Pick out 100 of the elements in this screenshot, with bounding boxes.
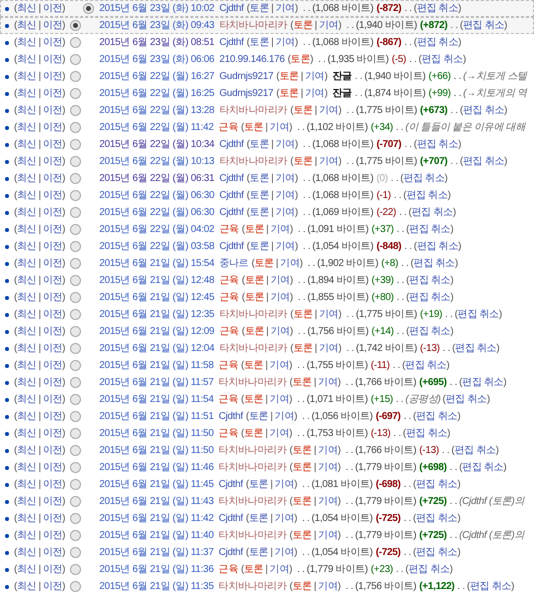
talk-link[interactable]: 토론 <box>290 52 310 66</box>
radio-button[interactable] <box>70 71 82 82</box>
previous-link[interactable]: 이전 <box>42 86 62 100</box>
contributions-link[interactable]: 기여 <box>270 120 290 134</box>
user-link[interactable]: 타치바나마리카 <box>218 376 286 390</box>
current-link[interactable]: 최신 <box>17 546 36 560</box>
undo-link[interactable]: 편집 취소 <box>462 376 504 390</box>
date-link[interactable]: 2015년 6월 21일 (일) 12:48 <box>99 274 214 288</box>
contributions-link[interactable]: 기여 <box>274 478 294 492</box>
contributions-link[interactable]: 기여 <box>318 444 338 458</box>
radio-button[interactable] <box>70 530 82 541</box>
talk-link[interactable]: 토론 <box>293 342 313 356</box>
talk-link[interactable]: 토론 <box>248 546 268 560</box>
date-link[interactable]: 2015년 6월 22일 (월) 06:30 <box>99 188 214 202</box>
talk-link[interactable]: 토론 <box>248 512 268 526</box>
previous-link[interactable]: 이전 <box>42 70 62 84</box>
contributions-link[interactable]: 기여 <box>318 494 338 508</box>
user-link[interactable]: 중나르 <box>219 256 248 270</box>
undo-link[interactable]: 편집 취소 <box>409 324 450 338</box>
user-link[interactable]: Cjdthf <box>219 188 244 202</box>
undo-link[interactable]: 편집 취소 <box>416 138 458 152</box>
talk-link[interactable]: 토론 <box>244 290 264 304</box>
contributions-link[interactable]: 기여 <box>318 154 338 168</box>
date-link[interactable]: 2015년 6월 23일 (화) 06:06 <box>99 52 214 66</box>
previous-link[interactable]: 이전 <box>42 580 62 594</box>
undo-link[interactable]: 편집 취소 <box>408 562 450 576</box>
contributions-link[interactable]: 기여 <box>280 256 300 270</box>
undo-link[interactable]: 편집 취소 <box>406 188 448 202</box>
date-link[interactable]: 2015년 6월 21일 (일) 11:35 <box>99 580 214 594</box>
undo-link[interactable]: 편집 취소 <box>416 512 458 526</box>
previous-link[interactable]: 이전 <box>42 154 62 168</box>
contributions-link[interactable]: 기여 <box>318 342 338 356</box>
previous-link[interactable]: 이전 <box>42 410 62 424</box>
date-link[interactable]: 2015년 6월 22일 (월) 16:27 <box>99 70 214 84</box>
date-link[interactable]: 2015년 6월 23일 (화) 09:43 <box>99 18 214 32</box>
user-link[interactable]: 타치바나마리카 <box>219 154 288 168</box>
current-link[interactable]: 최신 <box>17 342 36 356</box>
undo-link[interactable]: 편집 취소 <box>416 546 458 560</box>
current-link[interactable]: 최신 <box>17 104 36 118</box>
contributions-link[interactable]: 기여 <box>270 358 290 372</box>
previous-link[interactable]: 이전 <box>42 478 62 492</box>
radio-button[interactable] <box>83 3 94 14</box>
contributions-link[interactable]: 기여 <box>274 546 294 560</box>
contributions-link[interactable]: 기여 <box>275 36 295 50</box>
user-link[interactable]: 타치바나마리카 <box>219 308 288 322</box>
contributions-link[interactable]: 기여 <box>318 376 338 390</box>
user-link[interactable]: 타치바나마리카 <box>219 342 288 356</box>
talk-link[interactable]: 토론 <box>279 86 299 100</box>
radio-button[interactable] <box>70 292 82 303</box>
date-link[interactable]: 2015년 6월 21일 (일) 11:42 <box>99 512 214 526</box>
previous-link[interactable]: 이전 <box>42 358 62 372</box>
date-link[interactable]: 2015년 6월 22일 (월) 03:58 <box>99 240 214 254</box>
date-link[interactable]: 2015년 6월 21일 (일) 11:51 <box>99 410 214 424</box>
user-link[interactable]: Cjdthf <box>219 36 244 50</box>
previous-link[interactable]: 이전 <box>42 562 62 576</box>
undo-link[interactable]: 편집 취소 <box>409 274 450 288</box>
current-link[interactable]: 최신 <box>17 494 36 508</box>
undo-link[interactable]: 편집 취소 <box>403 172 445 186</box>
undo-link[interactable]: 편집 취소 <box>416 478 458 492</box>
radio-button[interactable] <box>70 462 82 473</box>
contributions-link[interactable]: 기여 <box>275 240 295 254</box>
current-link[interactable]: 최신 <box>17 324 36 338</box>
current-link[interactable]: 최신 <box>17 392 36 406</box>
radio-button[interactable] <box>70 326 82 337</box>
radio-button[interactable] <box>70 139 82 150</box>
previous-link[interactable]: 이전 <box>42 2 62 16</box>
undo-link[interactable]: 편집 취소 <box>458 308 499 322</box>
previous-link[interactable]: 이전 <box>42 444 62 458</box>
radio-button[interactable] <box>70 241 82 252</box>
user-link[interactable]: Cjdthf <box>219 206 244 220</box>
user-link[interactable]: Cjdthf <box>218 410 243 424</box>
current-link[interactable]: 최신 <box>17 410 36 424</box>
undo-link[interactable]: 편집 취소 <box>470 580 512 594</box>
undo-link[interactable]: 편집 취소 <box>414 256 455 270</box>
contributions-link[interactable]: 기여 <box>274 512 294 526</box>
user-link[interactable]: 타치바나마리카 <box>218 444 286 458</box>
radio-button[interactable] <box>70 547 82 558</box>
current-link[interactable]: 최신 <box>17 290 36 304</box>
user-link[interactable]: Cjdthf <box>219 2 244 16</box>
undo-link[interactable]: 편집 취소 <box>416 2 458 16</box>
contributions-link[interactable]: 기여 <box>305 86 324 100</box>
user-link[interactable]: 근육 <box>219 222 239 236</box>
talk-link[interactable]: 토론 <box>244 324 264 338</box>
user-link[interactable]: 타치바나마리카 <box>218 528 286 542</box>
contributions-link[interactable]: 기여 <box>270 426 290 440</box>
undo-link[interactable]: 편집 취소 <box>412 206 453 220</box>
user-link[interactable]: 근육 <box>219 290 239 304</box>
talk-link[interactable]: 토론 <box>293 104 313 118</box>
date-link[interactable]: 2015년 6월 22일 (월) 06:31 <box>99 172 214 186</box>
date-link[interactable]: 2015년 6월 21일 (일) 11:46 <box>99 460 214 474</box>
contributions-link[interactable]: 기여 <box>275 138 295 152</box>
date-link[interactable]: 2015년 6월 21일 (일) 11:50 <box>99 426 214 440</box>
undo-link[interactable]: 편집 취소 <box>462 154 504 168</box>
radio-button[interactable] <box>70 190 82 201</box>
user-link[interactable]: Cjdthf <box>219 172 244 186</box>
talk-link[interactable]: 토론 <box>244 120 264 134</box>
previous-link[interactable]: 이전 <box>42 290 62 304</box>
talk-link[interactable]: 토론 <box>244 358 264 372</box>
user-link[interactable]: Cjdthf <box>219 138 244 152</box>
undo-link[interactable]: 편집 취소 <box>462 460 504 474</box>
